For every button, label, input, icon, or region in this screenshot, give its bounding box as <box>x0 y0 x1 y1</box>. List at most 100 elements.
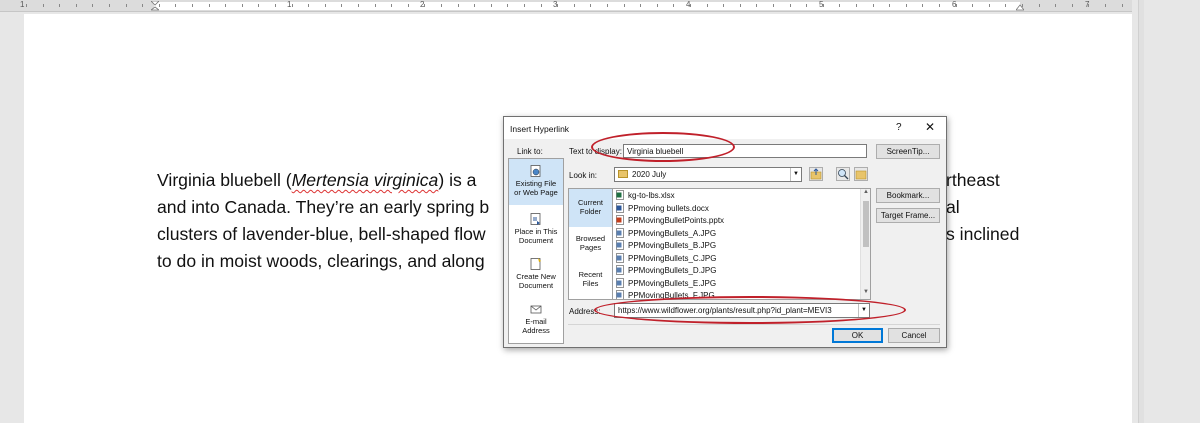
ruler-text-area <box>154 2 1020 10</box>
file-list-scrollbar[interactable]: ▲ ▼ <box>860 189 870 299</box>
file-list-item[interactable]: PPMovingBullets_E.JPG <box>616 277 717 290</box>
file-list-item[interactable]: PPMovingBullets_C.JPG <box>616 252 716 265</box>
scroll-down-icon[interactable]: ▼ <box>861 289 870 299</box>
chevron-down-icon[interactable]: ▼ <box>790 168 801 181</box>
ruler-tick <box>972 4 973 7</box>
ruler-tick <box>59 4 60 7</box>
ruler-tick <box>175 4 176 7</box>
new-document-icon <box>530 258 542 271</box>
dialog-titlebar[interactable]: Insert Hyperlink ? ✕ <box>504 117 946 139</box>
ruler-tick <box>26 4 27 7</box>
file-list-item[interactable]: PPMovingBullets_F.JPG <box>616 290 715 299</box>
ruler-tick <box>1039 4 1040 7</box>
file-list-item[interactable]: PPMovingBullets_B.JPG <box>616 240 716 252</box>
ruler-tick <box>1055 4 1056 7</box>
file-list-item[interactable]: kg-to-lbs.xlsx <box>616 190 675 202</box>
browse-file-icon[interactable] <box>854 167 868 181</box>
up-folder-icon[interactable] <box>809 167 823 181</box>
browse-panel: Current Folder Browsed Pages Recent File… <box>568 188 612 300</box>
ruler-tick <box>225 4 226 7</box>
ruler-number: 5 <box>819 0 824 9</box>
ruler-tick <box>275 4 276 7</box>
browsed-pages-tab[interactable]: Browsed Pages <box>569 229 612 263</box>
scrollbar-thumb[interactable] <box>863 201 869 247</box>
link-to-label-b: Address <box>522 325 550 335</box>
ruler-tick <box>607 4 608 7</box>
ruler-tick <box>109 4 110 7</box>
horizontal-ruler[interactable]: 1 1 2 3 4 5 6 7 <box>0 0 1132 12</box>
ruler-tick <box>242 4 243 7</box>
document-place-icon <box>530 213 542 226</box>
ruler-tick <box>790 4 791 7</box>
ruler-tick <box>590 4 591 7</box>
ruler-tick <box>906 4 907 7</box>
excel-file-icon <box>616 190 625 200</box>
close-icon[interactable]: ✕ <box>925 120 935 134</box>
link-to-label-b: Document <box>518 235 554 245</box>
ruler-number: 1 <box>20 0 25 9</box>
ruler-tick <box>1072 4 1073 7</box>
link-to-email-address[interactable]: E-mail Address <box>509 299 563 339</box>
text-run: to do in moist woods, clearings, and alo… <box>157 251 485 271</box>
ruler-tick <box>192 4 193 7</box>
link-to-panel: Existing File or Web Page Place in This … <box>508 158 564 344</box>
file-list-item[interactable]: PPMovingBullets_A.JPG <box>616 227 716 240</box>
ruler-number: 6 <box>952 0 957 9</box>
ruler-number: 2 <box>420 0 425 9</box>
text-run-tail: s inclined <box>946 224 1020 244</box>
file-list-item[interactable]: PPmoving bullets.docx <box>616 202 709 215</box>
file-name: PPMovingBullets_D.JPG <box>628 266 717 275</box>
ruler-tick <box>358 4 359 7</box>
text-run: Virginia bluebell ( <box>157 170 292 190</box>
look-in-dropdown[interactable]: 2020 July ▼ <box>614 167 802 182</box>
scrollbar-track[interactable] <box>1138 0 1144 423</box>
file-list-item[interactable]: PPMovingBullets_D.JPG <box>616 265 716 277</box>
left-indent-marker-icon[interactable] <box>151 1 159 11</box>
address-label: Address: <box>569 307 601 316</box>
link-to-label-b: or Web Page <box>514 187 558 197</box>
ruler-tick <box>474 4 475 7</box>
ruler-tick <box>441 4 442 7</box>
ruler-number: 1 <box>287 0 292 9</box>
file-name: PPMovingBullets_E.JPG <box>628 278 717 288</box>
word-file-icon <box>616 202 625 213</box>
current-folder-tab[interactable]: Current Folder <box>569 189 612 227</box>
target-frame-button[interactable]: Target Frame... <box>876 208 940 223</box>
cancel-button[interactable]: Cancel <box>888 328 940 343</box>
link-to-existing-file[interactable]: Existing File or Web Page <box>509 159 563 205</box>
screentip-button[interactable]: ScreenTip... <box>876 144 940 159</box>
file-name: PPMovingBullets_B.JPG <box>628 241 717 250</box>
file-list[interactable]: kg-to-lbs.xlsx PPmoving bullets.docx PPMov… <box>612 188 871 300</box>
file-name: PPmoving bullets.docx <box>628 203 709 213</box>
text-to-display-input[interactable]: Virginia bluebell <box>623 144 867 158</box>
address-input[interactable]: https://www.wildflower.org/plants/result… <box>614 303 870 318</box>
ruler-tick <box>657 4 658 7</box>
ruler-number: 7 <box>1085 0 1090 9</box>
scroll-up-icon[interactable]: ▲ <box>861 189 870 199</box>
link-to-label-b: Document <box>518 280 554 290</box>
help-button[interactable]: ? <box>896 122 902 133</box>
ruler-tick <box>1005 4 1006 7</box>
image-file-icon <box>616 277 625 288</box>
ruler-tick <box>43 4 44 7</box>
browse-label-b: Folder <box>579 206 602 216</box>
bookmark-button[interactable]: Bookmark... <box>876 188 940 203</box>
ruler-number: 4 <box>686 0 691 9</box>
ok-button[interactable]: OK <box>832 328 883 343</box>
folder-icon <box>618 170 628 178</box>
browse-web-icon[interactable] <box>836 167 850 181</box>
link-to-create-new-document[interactable]: Create New Document <box>509 254 563 294</box>
right-indent-marker-icon[interactable] <box>1016 1 1024 11</box>
ruler-tick <box>308 4 309 7</box>
link-to-place-in-document[interactable]: Place in This Document <box>509 209 563 249</box>
browse-label-b: Files <box>582 278 599 288</box>
vertical-scrollbar[interactable] <box>1132 0 1200 423</box>
ruler-tick <box>1122 4 1123 7</box>
email-icon <box>530 303 542 316</box>
file-list-item[interactable]: PPMovingBulletPoints.pptx <box>616 215 724 227</box>
recent-files-tab[interactable]: Recent Files <box>569 265 612 299</box>
ruler-tick <box>640 4 641 7</box>
ruler-tick <box>142 4 143 7</box>
address-dropdown-icon[interactable]: ▼ <box>858 304 869 317</box>
ruler-tick <box>624 4 625 7</box>
